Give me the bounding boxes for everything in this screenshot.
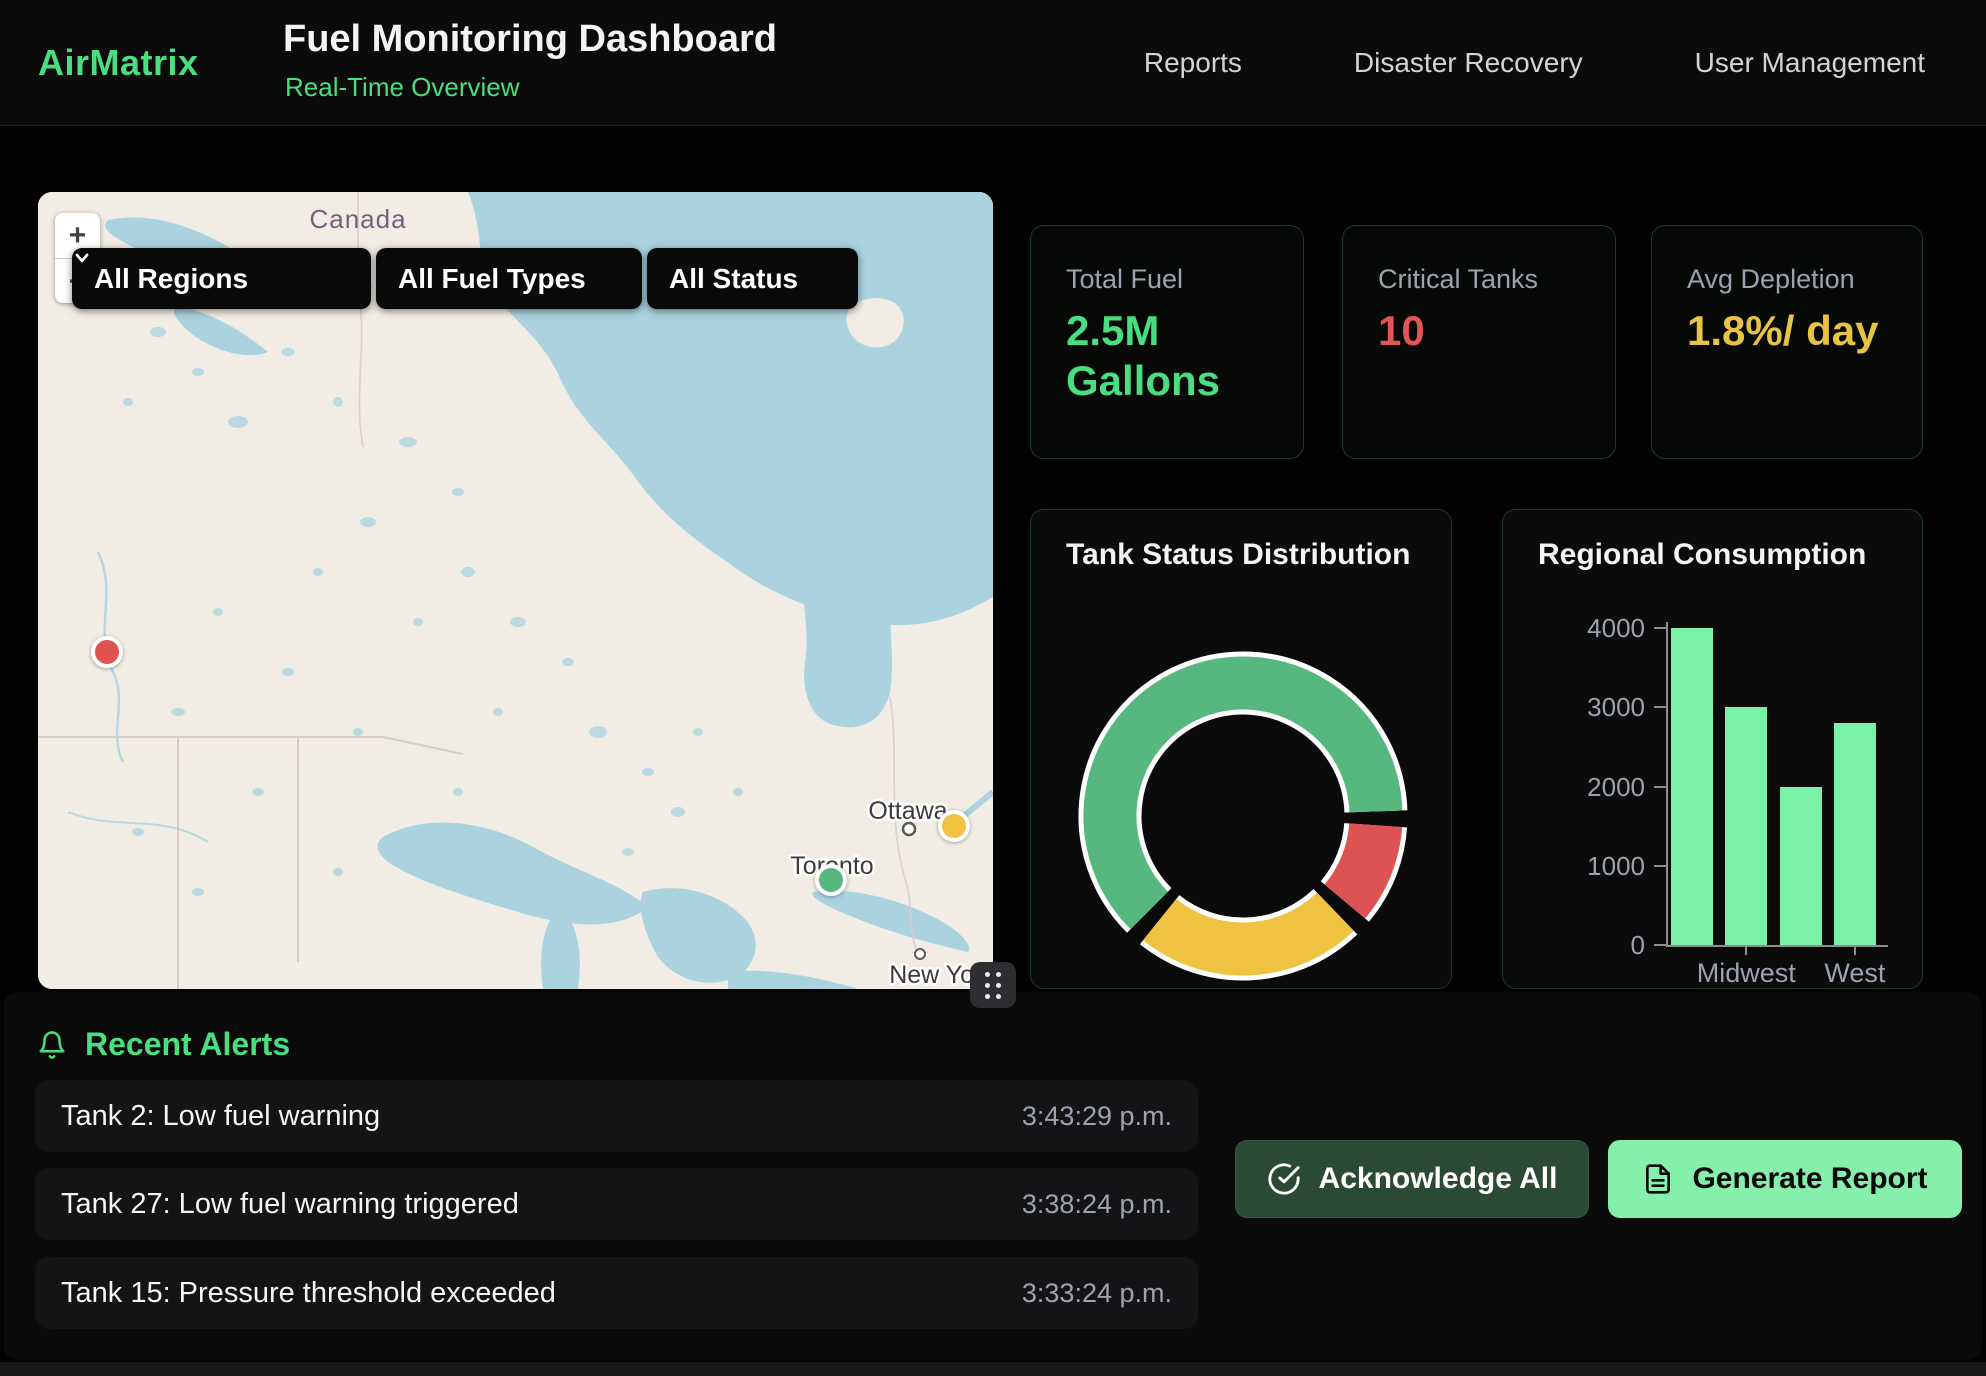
region-filter-label: All Regions [94,263,248,295]
alert-timestamp: 3:33:24 p.m. [1022,1278,1172,1309]
tickmark [1654,944,1666,946]
bar [1725,707,1767,945]
alerts-title: Recent Alerts [85,1026,290,1063]
resize-grip-handle[interactable] [970,962,1016,1008]
tickmark [1654,627,1666,629]
alert-message: Tank 2: Low fuel warning [61,1100,380,1133]
tank-status-donut-chart [1073,646,1413,986]
acknowledge-all-button[interactable]: Acknowledge All [1235,1140,1589,1218]
ytick-label: 2000 [1505,772,1645,803]
generate-report-label: Generate Report [1692,1162,1927,1196]
regional-consumption-panel: Regional Consumption 01000200030004000Mi… [1502,509,1923,989]
fuel-type-filter-dropdown[interactable]: All Fuel Types [376,248,642,309]
stat-value: 1.8%/ day [1687,306,1892,356]
nav-item-reports[interactable]: Reports [1144,47,1242,79]
stat-label: Total Fuel [1066,264,1183,295]
alert-row: Tank 2: Low fuel warning 3:43:29 p.m. [35,1080,1198,1152]
bar [1671,628,1713,945]
fuel-map[interactable]: Canada Ottawa Toronto New York + − All R… [38,192,993,989]
tank-status-panel: Tank Status Distribution [1030,509,1452,989]
page-title: Fuel Monitoring Dashboard [283,18,777,61]
fuel-type-filter-label: All Fuel Types [398,263,586,295]
alert-row: Tank 27: Low fuel warning triggered 3:38… [35,1168,1198,1240]
ytick-label: 1000 [1505,851,1645,882]
tickmark [1854,947,1856,955]
check-circle-icon [1267,1162,1301,1196]
brand-logo: AirMatrix [38,42,199,84]
map-canvas: Canada Ottawa Toronto New York [38,192,993,989]
bar [1834,723,1876,945]
tank-marker-warning[interactable] [938,810,970,842]
ytick-label: 3000 [1505,692,1645,723]
main-nav: Reports Disaster Recovery User Managemen… [1144,0,1925,125]
stat-card-critical-tanks: Critical Tanks 10 [1342,225,1616,459]
alert-row: Tank 15: Pressure threshold exceeded 3:3… [35,1257,1198,1329]
tickmark [1654,706,1666,708]
map-label-ottawa: Ottawa [868,797,947,825]
bottom-strip [0,1362,1986,1376]
grip-dots-icon [985,972,1001,999]
tickmark [1654,786,1666,788]
tank-marker-normal[interactable] [815,864,847,896]
stat-label: Critical Tanks [1378,264,1538,295]
newyork-town-dot [915,949,925,959]
tickmark [1745,947,1747,955]
alert-message: Tank 27: Low fuel warning triggered [61,1188,519,1221]
regional-consumption-bar-chart: 01000200030004000MidwestWest [1503,510,1924,990]
alert-timestamp: 3:43:29 p.m. [1022,1101,1172,1132]
map-label-canada: Canada [309,204,406,234]
status-filter-dropdown[interactable]: All Status [647,248,858,309]
alert-timestamp: 3:38:24 p.m. [1022,1189,1172,1220]
bar [1780,787,1822,946]
alerts-header: Recent Alerts [37,1026,290,1063]
stat-label: Avg Depletion [1687,264,1855,295]
page-subtitle: Real-Time Overview [285,72,520,103]
stat-value: 2.5M Gallons [1066,306,1271,406]
map-filter-bar: All Regions All Fuel Types All Status [72,248,858,309]
nav-item-disaster-recovery[interactable]: Disaster Recovery [1354,47,1583,79]
region-filter-dropdown[interactable]: All Regions [72,248,371,309]
ytick-label: 0 [1505,930,1645,961]
nav-item-user-management[interactable]: User Management [1695,47,1925,79]
header-bar: AirMatrix Fuel Monitoring Dashboard Real… [0,0,1986,126]
xtick-label: West [1775,958,1935,989]
ytick-label: 4000 [1505,613,1645,644]
status-filter-label: All Status [669,263,798,295]
axis [1666,622,1668,947]
generate-report-button[interactable]: Generate Report [1608,1140,1962,1218]
stat-card-total-fuel: Total Fuel 2.5M Gallons [1030,225,1304,459]
stat-value: 10 [1378,306,1583,356]
stat-card-avg-depletion: Avg Depletion 1.8%/ day [1651,225,1923,459]
tickmark [1654,865,1666,867]
acknowledge-all-label: Acknowledge All [1319,1162,1558,1196]
alert-message: Tank 15: Pressure threshold exceeded [61,1277,556,1310]
bell-icon [37,1029,67,1061]
tank-marker-critical[interactable] [91,636,123,668]
file-text-icon [1642,1163,1674,1195]
panel-title: Tank Status Distribution [1066,538,1410,572]
